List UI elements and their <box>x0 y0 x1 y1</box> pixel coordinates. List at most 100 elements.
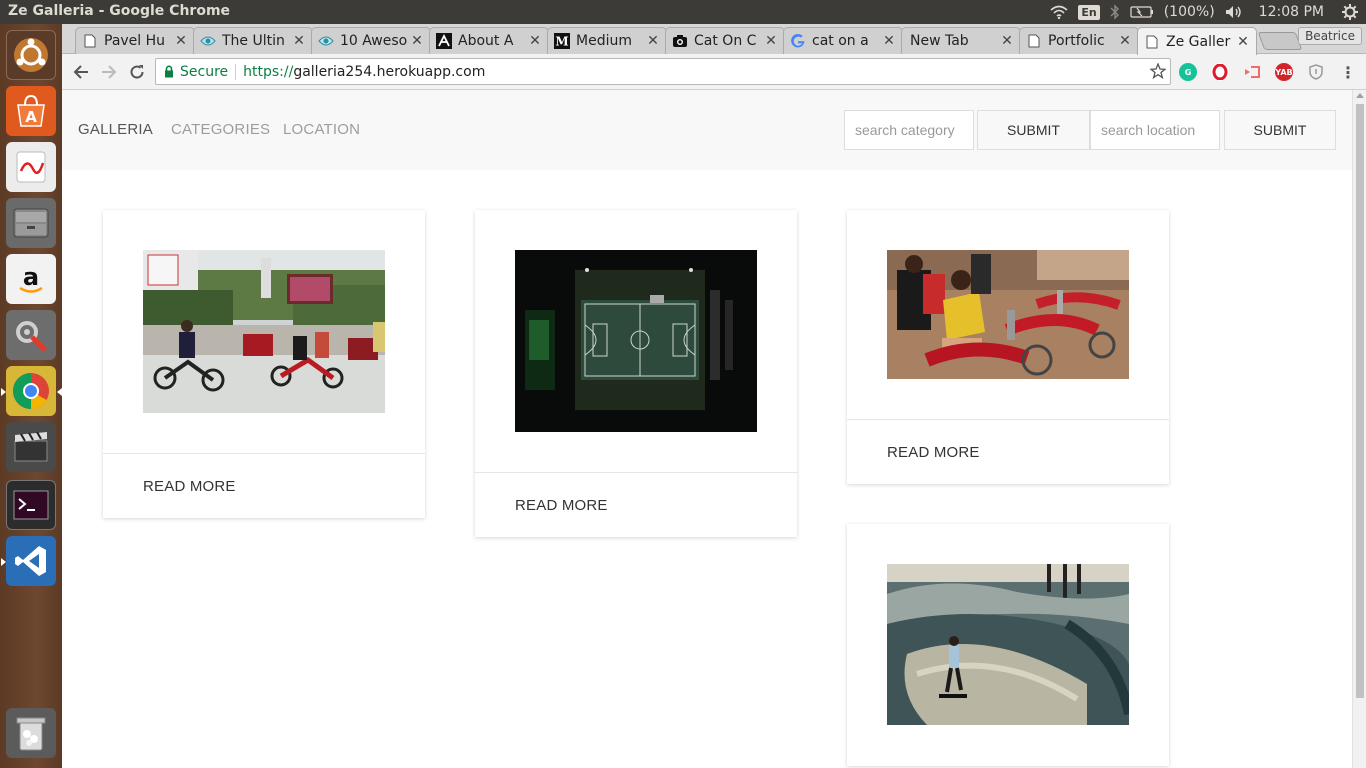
volume-icon[interactable] <box>1225 5 1243 19</box>
profile-button[interactable]: Beatrice <box>1298 27 1362 45</box>
motorcycle-riders-photo[interactable] <box>887 250 1129 379</box>
close-icon[interactable]: ✕ <box>1236 34 1250 50</box>
camera-icon <box>672 33 688 49</box>
eye-icon <box>318 33 334 49</box>
submit-category-button[interactable]: SUBMIT <box>977 110 1090 150</box>
tab-10-awesome[interactable]: 10 Aweso ✕ <box>311 27 431 54</box>
menu-kebab-icon[interactable]: ⋮ <box>1339 63 1357 82</box>
page-viewport: GALLERIA CATEGORIES LOCATION SUBMIT SUBM… <box>62 90 1352 768</box>
close-icon[interactable]: ✕ <box>528 33 542 49</box>
tab-about[interactable]: About A ✕ <box>429 27 549 54</box>
svg-text:M: M <box>555 35 568 49</box>
grammarly-icon[interactable]: G <box>1179 63 1197 81</box>
page-scrollbar[interactable] <box>1352 90 1366 768</box>
bookmark-star-icon[interactable] <box>1149 62 1167 83</box>
tab-title: Medium <box>576 33 632 49</box>
address-bar[interactable]: Secure https://galleria254.herokuapp.com <box>155 58 1171 85</box>
close-icon[interactable]: ✕ <box>764 33 778 49</box>
submit-location-button[interactable]: SUBMIT <box>1224 110 1336 150</box>
tab-ultimate[interactable]: The Ultin ✕ <box>193 27 313 54</box>
scrollbar-thumb[interactable] <box>1356 104 1364 698</box>
tab-medium[interactable]: M Medium ✕ <box>547 27 667 54</box>
system-settings-icon[interactable] <box>6 310 56 360</box>
back-arrow-icon <box>73 65 88 79</box>
reload-button[interactable] <box>126 61 148 83</box>
card-divider <box>103 453 425 454</box>
tab-pavel[interactable]: Pavel Hu ✕ <box>75 27 195 54</box>
address-separator <box>235 63 237 80</box>
tab-new-tab[interactable]: New Tab ✕ <box>901 27 1021 54</box>
opera-icon[interactable] <box>1211 63 1229 81</box>
medium-icon: M <box>554 33 570 49</box>
tab-ze-galleria[interactable]: Ze Galler ✕ <box>1137 27 1257 55</box>
url-text[interactable]: https://galleria254.herokuapp.com <box>243 64 485 80</box>
document-viewer-icon[interactable] <box>6 142 56 192</box>
tab-portfolio[interactable]: Portfolic ✕ <box>1019 27 1139 54</box>
session-gear-icon[interactable] <box>1342 4 1358 20</box>
page-icon <box>1026 33 1042 49</box>
read-more-link[interactable]: READ MORE <box>515 497 608 514</box>
card-divider <box>475 472 797 473</box>
trash-icon[interactable] <box>6 708 56 758</box>
keyboard-layout-indicator[interactable]: En <box>1078 4 1100 20</box>
a-logo-icon <box>436 33 452 49</box>
unity-launcher: A a <box>0 24 62 768</box>
wifi-icon[interactable] <box>1050 5 1068 19</box>
nav-categories[interactable]: CATEGORIES <box>171 121 270 138</box>
card-divider <box>847 419 1169 420</box>
running-indicator <box>1 558 6 566</box>
tab-google-search[interactable]: cat on a ✕ <box>783 27 903 54</box>
os-top-panel: Ze Galleria - Google Chrome En (100%) 12… <box>0 0 1366 24</box>
brand-link[interactable]: GALLERIA <box>78 121 153 138</box>
url-host: galleria254.herokuapp.com <box>293 63 486 80</box>
aerial-basketball-court-night-photo[interactable] <box>515 250 757 432</box>
forward-button[interactable] <box>98 61 120 83</box>
close-icon[interactable]: ✕ <box>174 33 188 49</box>
amazon-icon[interactable]: a <box>6 254 56 304</box>
security-indicator[interactable]: Secure <box>156 64 228 80</box>
close-icon[interactable]: ✕ <box>646 33 660 49</box>
page-icon <box>82 33 98 49</box>
skatepark-photo[interactable] <box>887 564 1129 725</box>
battery-percentage: (100%) <box>1163 4 1215 20</box>
ubuntu-dash-icon[interactable] <box>6 30 56 80</box>
close-icon[interactable]: ✕ <box>1118 33 1132 49</box>
tab-title: Cat On C <box>694 33 757 49</box>
terminal-icon[interactable] <box>6 480 56 530</box>
nav-location[interactable]: LOCATION <box>283 121 360 138</box>
tab-title: Portfolic <box>1048 33 1105 49</box>
shield-icon[interactable] <box>1307 63 1325 81</box>
clock[interactable]: 12:08 PM <box>1259 4 1324 20</box>
yab-icon[interactable]: YAB <box>1275 63 1293 81</box>
cast-icon[interactable] <box>1243 63 1261 81</box>
read-more-link[interactable]: READ MORE <box>887 444 980 461</box>
search-category-input[interactable] <box>844 110 974 150</box>
chrome-icon[interactable] <box>1 366 62 416</box>
browser-toolbar: Secure https://galleria254.herokuapp.com… <box>62 54 1366 90</box>
video-editor-icon[interactable] <box>6 422 56 472</box>
gallery-card <box>847 524 1169 766</box>
battery-icon[interactable] <box>1130 6 1154 18</box>
close-icon[interactable]: ✕ <box>410 33 424 49</box>
gallery-card: READ MORE <box>847 210 1169 484</box>
close-icon[interactable]: ✕ <box>882 33 896 49</box>
new-tab-button[interactable] <box>1257 32 1303 50</box>
page-icon <box>1144 34 1160 50</box>
running-indicator <box>1 388 6 396</box>
bluetooth-icon[interactable] <box>1110 4 1120 20</box>
tab-title: 10 Aweso <box>340 33 408 49</box>
software-center-icon[interactable]: A <box>6 86 56 136</box>
vscode-icon[interactable] <box>1 536 56 586</box>
tab-cat-on[interactable]: Cat On C ✕ <box>665 27 785 54</box>
file-manager-icon[interactable] <box>6 198 56 248</box>
close-icon[interactable]: ✕ <box>1000 33 1014 49</box>
scroll-up-arrow-icon[interactable] <box>1356 93 1364 98</box>
read-more-link[interactable]: READ MORE <box>143 478 236 495</box>
close-icon[interactable]: ✕ <box>292 33 306 49</box>
tab-title: Ze Galler <box>1166 33 1231 50</box>
window-title: Ze Galleria - Google Chrome <box>8 3 231 19</box>
back-button[interactable] <box>70 61 92 83</box>
boda-boda-motorcycles-street-photo[interactable] <box>143 250 385 413</box>
search-location-input[interactable] <box>1090 110 1220 150</box>
tab-title: The Ultin <box>222 33 285 49</box>
